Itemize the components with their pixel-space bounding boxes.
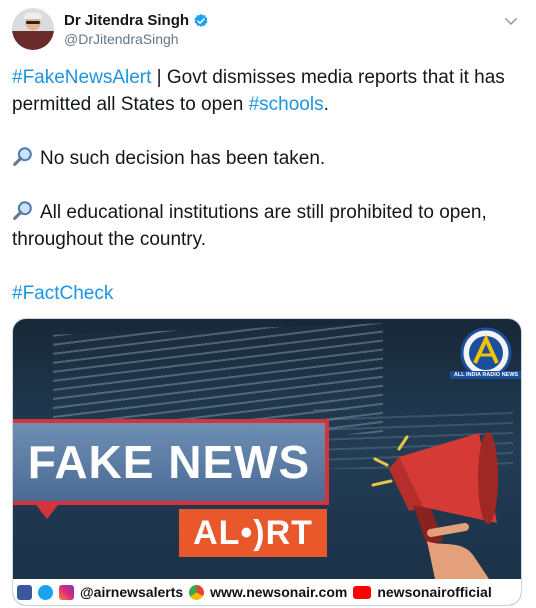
point-1-text: No such decision has been taken. — [40, 148, 326, 169]
fake-news-banner: FAKE NEWS — [13, 419, 329, 505]
chevron-down-icon[interactable] — [502, 12, 520, 30]
verified-badge-icon — [194, 13, 208, 27]
avatar-glasses — [26, 21, 40, 24]
avatar[interactable] — [12, 8, 54, 50]
magnifying-glass-icon — [13, 147, 32, 166]
tweet-paragraph-3: All educational institutions are still p… — [12, 199, 524, 253]
author-name[interactable]: Dr Jitendra Singh — [64, 12, 189, 29]
facebook-icon — [17, 584, 32, 600]
alert-label: AL•)RT — [193, 513, 313, 552]
youtube-icon — [353, 585, 372, 599]
author-name-line: Dr Jitendra Singh — [64, 12, 209, 29]
tweet-header: Dr Jitendra Singh @DrJitendraSingh — [12, 8, 524, 52]
instagram-icon — [59, 584, 74, 600]
avatar-cap — [24, 13, 42, 19]
tweet-line1-end: . — [323, 94, 329, 115]
megaphone-icon — [371, 432, 498, 579]
author-handle[interactable]: @DrJitendraSingh — [64, 31, 179, 47]
globe-icon — [189, 584, 205, 600]
image-footer: @airnewsalerts www.newsonair.com newsona… — [13, 579, 521, 605]
alert-banner: AL•)RT — [179, 509, 327, 557]
footer-handle: @airnewsalerts — [80, 584, 184, 600]
tweet-body: #FakeNewsAlert | Govt dismisses media re… — [12, 64, 524, 334]
tweet-paragraph-2: No such decision has been taken. — [12, 145, 524, 172]
magnifying-glass-icon — [13, 201, 32, 220]
logo-caption: ALL INDIA RADIO NEWS — [450, 371, 521, 379]
point-2-text: All educational institutions are still p… — [12, 202, 487, 250]
hashtag-schools[interactable]: #schools — [249, 94, 324, 115]
banner-tail — [33, 501, 61, 519]
hashtag-fakenewsalert[interactable]: #FakeNewsAlert — [12, 67, 151, 88]
tweet-image[interactable]: ALL INDIA RADIO NEWS FAKE NEWS AL•)RT @a… — [12, 318, 522, 606]
tweet-paragraph-4: #FactCheck — [12, 280, 524, 307]
footer-website: www.newsonair.com — [210, 584, 348, 600]
hashtag-factcheck[interactable]: #FactCheck — [12, 283, 113, 304]
footer-youtube: newsonairofficial — [377, 584, 492, 600]
twitter-icon — [38, 584, 53, 600]
fake-news-label: FAKE NEWS — [27, 436, 311, 488]
tweet-paragraph-1: #FakeNewsAlert | Govt dismisses media re… — [12, 64, 524, 118]
